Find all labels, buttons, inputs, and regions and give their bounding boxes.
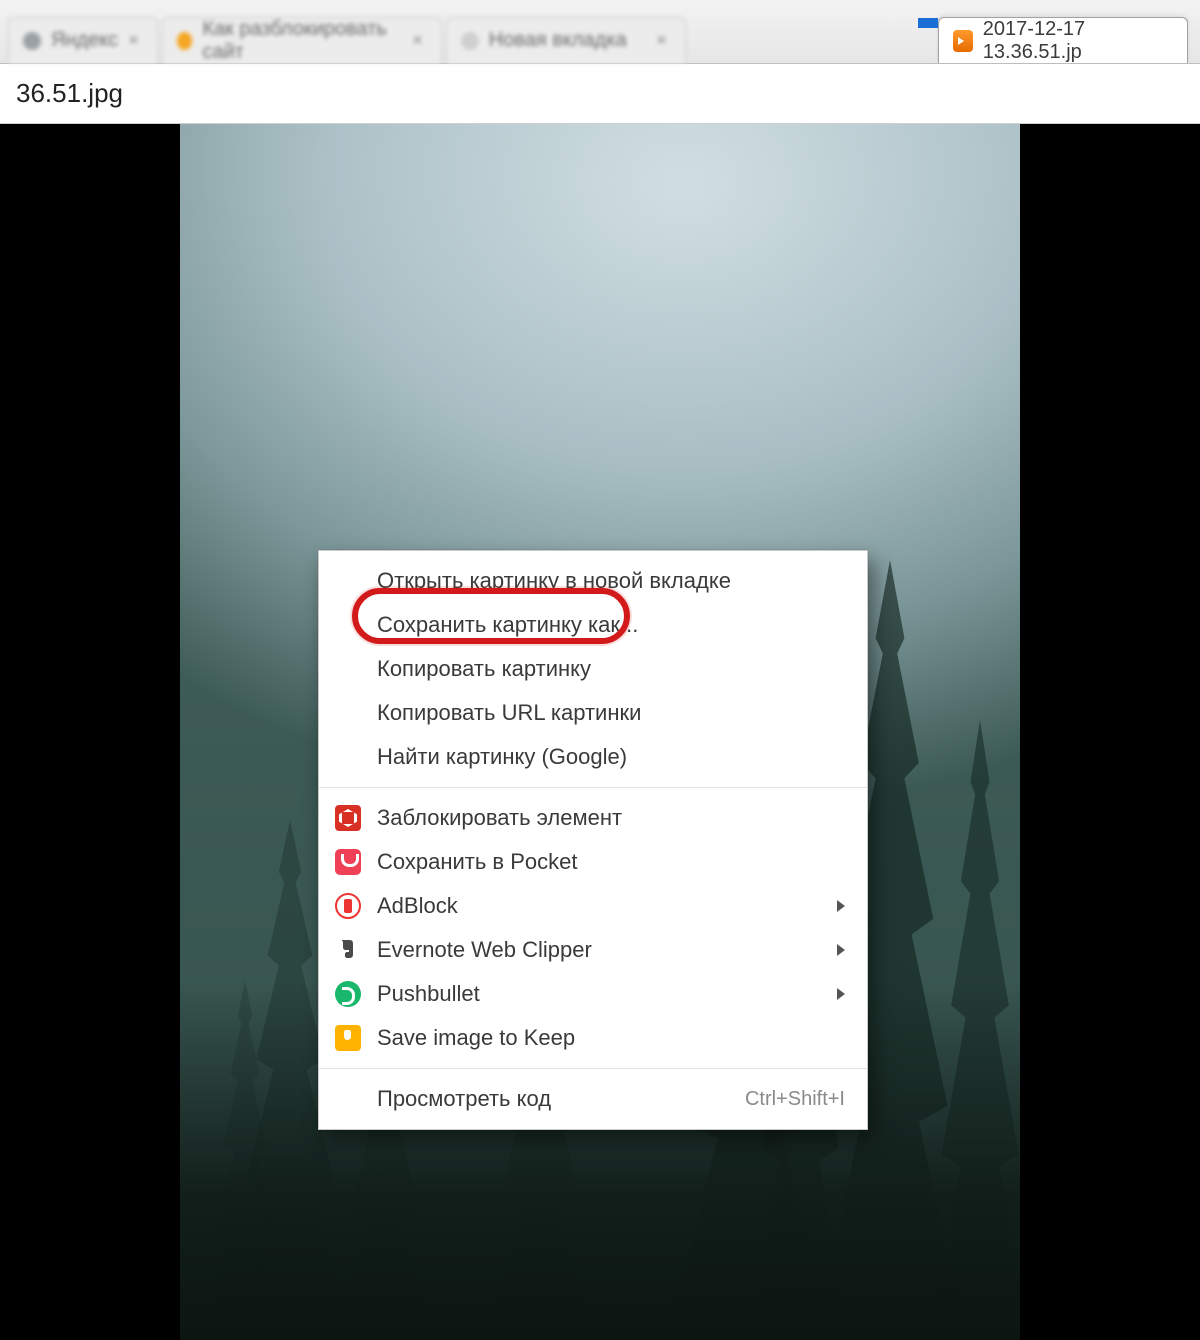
menu-copy-image-url[interactable]: Копировать URL картинки <box>319 691 867 735</box>
favicon <box>23 32 41 50</box>
close-icon[interactable]: × <box>128 30 139 51</box>
tab-inactive-1[interactable]: Яндекс × <box>8 17 158 63</box>
menu-label: Просмотреть код <box>377 1086 551 1112</box>
adblock-icon <box>335 893 361 919</box>
menu-save-to-keep[interactable]: Save image to Keep <box>319 1016 867 1060</box>
menu-label: Открыть картинку в новой вкладке <box>377 568 731 594</box>
chevron-right-icon <box>837 944 845 956</box>
tab-label: 2017-12-17 13.36.51.jp <box>983 18 1169 64</box>
chevron-right-icon <box>837 900 845 912</box>
menu-label: Заблокировать элемент <box>377 805 622 831</box>
vlc-icon <box>953 30 973 52</box>
evernote-icon <box>335 937 361 963</box>
menu-label: Pushbullet <box>377 981 480 1007</box>
menu-save-image-as[interactable]: Сохранить картинку как... <box>319 603 867 647</box>
abp-icon <box>335 805 361 831</box>
context-menu: Открыть картинку в новой вкладке Сохрани… <box>318 550 868 1130</box>
menu-label: AdBlock <box>377 893 458 919</box>
menu-save-to-pocket[interactable]: Сохранить в Pocket <box>319 840 867 884</box>
tab-label: Новая вкладка <box>489 29 627 52</box>
menu-pushbullet[interactable]: Pushbullet <box>319 972 867 1016</box>
close-icon[interactable]: × <box>412 30 423 51</box>
address-bar[interactable]: 36.51.jpg <box>0 64 1200 124</box>
favicon <box>461 32 479 50</box>
chevron-right-icon <box>837 988 845 1000</box>
menu-label: Копировать URL картинки <box>377 700 641 726</box>
tab-label: Как разблокировать сайт <box>202 18 402 64</box>
menu-open-image-new-tab[interactable]: Открыть картинку в новой вкладке <box>319 559 867 603</box>
keep-icon <box>335 1025 361 1051</box>
menu-evernote[interactable]: Evernote Web Clipper <box>319 928 867 972</box>
tab-active[interactable]: 2017-12-17 13.36.51.jp <box>938 17 1188 63</box>
menu-label: Копировать картинку <box>377 656 591 682</box>
pocket-icon <box>335 849 361 875</box>
menu-label: Найти картинку (Google) <box>377 744 627 770</box>
url-text: 36.51.jpg <box>16 78 123 109</box>
menu-label: Сохранить в Pocket <box>377 849 578 875</box>
tab-label: Яндекс <box>51 29 118 52</box>
pushbullet-icon <box>335 981 361 1007</box>
tab-inactive-2[interactable]: Как разблокировать сайт × <box>162 17 442 63</box>
menu-block-element[interactable]: Заблокировать элемент <box>319 796 867 840</box>
tab-loading-indicator <box>918 18 938 28</box>
tab-inactive-3[interactable]: Новая вкладка × <box>446 17 686 63</box>
menu-label: Save image to Keep <box>377 1025 575 1051</box>
menu-search-image[interactable]: Найти картинку (Google) <box>319 735 867 779</box>
tab-strip: Яндекс × Как разблокировать сайт × Новая… <box>0 0 1200 64</box>
menu-separator <box>319 1068 867 1069</box>
menu-copy-image[interactable]: Копировать картинку <box>319 647 867 691</box>
menu-label: Сохранить картинку как... <box>377 612 638 638</box>
menu-separator <box>319 787 867 788</box>
menu-label: Evernote Web Clipper <box>377 937 592 963</box>
menu-adblock[interactable]: AdBlock <box>319 884 867 928</box>
close-icon[interactable]: × <box>656 30 667 51</box>
shortcut-text: Ctrl+Shift+I <box>745 1088 845 1111</box>
favicon <box>177 32 193 50</box>
menu-inspect[interactable]: Просмотреть код Ctrl+Shift+I <box>319 1077 867 1121</box>
